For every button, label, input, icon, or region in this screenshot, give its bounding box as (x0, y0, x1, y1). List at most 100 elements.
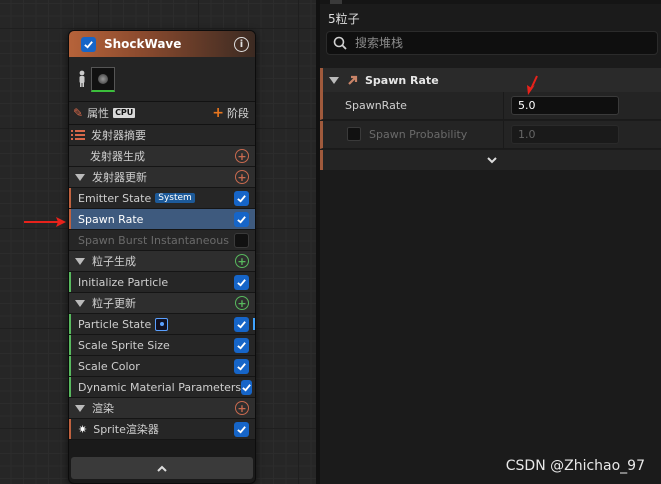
spawn-probability-value-input[interactable] (511, 125, 619, 144)
emitter-summary-row[interactable]: 发射器摘要 (69, 125, 255, 146)
emitter-thumbnail[interactable] (91, 66, 115, 92)
module-enabled-checkbox[interactable] (234, 316, 249, 332)
module-enabled-checkbox[interactable] (234, 211, 249, 227)
module-label: 发射器更新 (92, 171, 147, 184)
module-label: Scale Color (78, 359, 140, 373)
module-label: Spawn Burst Instantaneous (78, 233, 229, 247)
annotation-arrow (24, 217, 66, 227)
module-label: Sprite渲染器 (93, 423, 159, 436)
collapse-node-button[interactable] (71, 457, 253, 479)
spawnrate-value-input[interactable] (511, 96, 619, 115)
add-module-icon[interactable]: + (235, 170, 249, 184)
sprite-renderer-icon: ✷ (78, 422, 88, 436)
module-row[interactable]: Scale Color (69, 356, 255, 377)
module-row[interactable]: Spawn Rate (69, 209, 255, 230)
module-row[interactable]: Scale Sprite Size (69, 335, 255, 356)
module-row[interactable]: Particle State (69, 314, 255, 335)
add-module-icon[interactable]: + (235, 254, 249, 268)
module-label: Dynamic Material Parameters (78, 380, 242, 394)
panel-title: 5粒子 (328, 12, 360, 26)
stage-accent-bar (69, 419, 71, 439)
module-label: 粒子生成 (92, 255, 136, 268)
module-label: 发射器摘要 (91, 129, 146, 142)
stage-accent-bar (69, 188, 71, 208)
module-row[interactable]: Initialize Particle (69, 272, 255, 293)
module-enabled-checkbox[interactable] (234, 274, 249, 290)
emitter-graph-canvas[interactable]: ShockWave i ✎ 属性 CPU + 阶段 发射器摘要 发射器生成 + 发射器… (0, 0, 316, 484)
module-label: Initialize Particle (78, 275, 169, 289)
module-enabled-checkbox[interactable] (241, 379, 253, 395)
annotation-arrow-down (527, 75, 538, 95)
stage-section-header[interactable]: 粒子生成 + (69, 251, 255, 272)
stage-accent-bar (69, 209, 71, 229)
stage-accent-bar (69, 377, 71, 397)
emitter-node-header[interactable]: ShockWave i (69, 31, 255, 57)
stage-accent-bar (69, 335, 71, 355)
add-module-icon[interactable]: + (235, 296, 249, 310)
module-arrow-icon (348, 75, 358, 85)
emitter-title: ShockWave (104, 37, 182, 51)
emitter-enabled-checkbox[interactable] (81, 36, 96, 52)
collapse-triangle-icon[interactable] (75, 257, 85, 265)
chevron-up-icon (157, 465, 167, 472)
module-enabled-checkbox[interactable] (234, 358, 249, 374)
stage-accent-bar (69, 356, 71, 376)
module-label: 粒子更新 (92, 297, 136, 310)
search-icon (333, 36, 347, 50)
collapse-triangle-icon[interactable] (75, 299, 85, 307)
category-title: Spawn Rate (365, 73, 439, 87)
module-row[interactable]: Dynamic Material Parameters (69, 377, 255, 398)
list-icon (71, 130, 85, 140)
stage-section-header[interactable]: 渲染 + (69, 398, 255, 419)
module-label: 渲染 (92, 402, 114, 415)
emitter-node[interactable]: ShockWave i ✎ 属性 CPU + 阶段 发射器摘要 发射器生成 + 发射器… (68, 30, 256, 484)
properties-label: 属性 (87, 107, 110, 120)
prop-row-spawnrate: SpawnRate (320, 92, 661, 120)
module-label: Spawn Rate (78, 212, 144, 226)
prop-label: SpawnRate (345, 99, 407, 112)
prop-label: Spawn Probability (369, 128, 468, 141)
module-row[interactable]: Emitter State System (69, 188, 255, 209)
module-enabled-checkbox[interactable] (234, 421, 249, 437)
stage-accent-bar (69, 272, 71, 292)
search-input[interactable] (353, 35, 647, 51)
prop-row-spawn-probability: Spawn Probability (320, 121, 661, 149)
selection-indicator (253, 318, 255, 330)
module-label: 发射器生成 (90, 150, 145, 163)
stage-section-header[interactable]: 粒子更新 + (69, 293, 255, 314)
module-enabled-checkbox[interactable] (234, 232, 249, 248)
plus-icon: + (212, 105, 224, 121)
watermark: CSDN @Zhichao_97 (505, 458, 645, 474)
collapse-triangle-icon[interactable] (75, 173, 85, 181)
stage-section-header[interactable]: 发射器生成 + (69, 146, 255, 167)
module-enabled-checkbox[interactable] (234, 190, 249, 206)
collapse-triangle-icon[interactable] (329, 76, 339, 84)
stage-section-header[interactable]: 发射器更新 + (69, 167, 255, 188)
emitter-module-list: 发射器摘要发射器生成 + 发射器更新 + Emitter State System Spaw… (69, 125, 255, 440)
person-icon (79, 70, 85, 87)
system-badge: System (155, 193, 195, 203)
advanced-expand-row[interactable] (320, 150, 661, 170)
add-stage-button[interactable]: + 阶段 (212, 105, 249, 121)
module-enabled-checkbox[interactable] (234, 337, 249, 353)
module-label: Scale Sprite Size (78, 338, 170, 352)
pencil-icon: ✎ (73, 106, 84, 120)
add-module-icon[interactable]: + (235, 149, 249, 163)
module-row[interactable]: ✷ Sprite渲染器 (69, 419, 255, 440)
spawn-probability-checkbox[interactable] (347, 127, 361, 141)
particle-state-icon (155, 317, 169, 331)
add-module-icon[interactable]: + (235, 401, 249, 415)
emitter-properties-row[interactable]: ✎ 属性 CPU + 阶段 (69, 101, 255, 125)
spawn-rate-category-header[interactable]: Spawn Rate (320, 68, 661, 92)
emitter-thumbnail-row (69, 57, 255, 101)
module-row[interactable]: Spawn Burst Instantaneous (69, 230, 255, 251)
module-label: Particle State (78, 317, 152, 331)
panel-top-strip (320, 0, 661, 4)
cpu-sim-badge: CPU (113, 108, 136, 118)
stack-search-box[interactable] (326, 31, 658, 55)
selection-details-panel: 5粒子 Spawn Rate SpawnRate Spawn Probabili… (320, 0, 661, 484)
collapse-triangle-icon[interactable] (75, 404, 85, 412)
info-icon[interactable]: i (234, 36, 249, 52)
stage-label: 阶段 (227, 107, 249, 120)
thumbnail-preview-icon (98, 73, 108, 84)
